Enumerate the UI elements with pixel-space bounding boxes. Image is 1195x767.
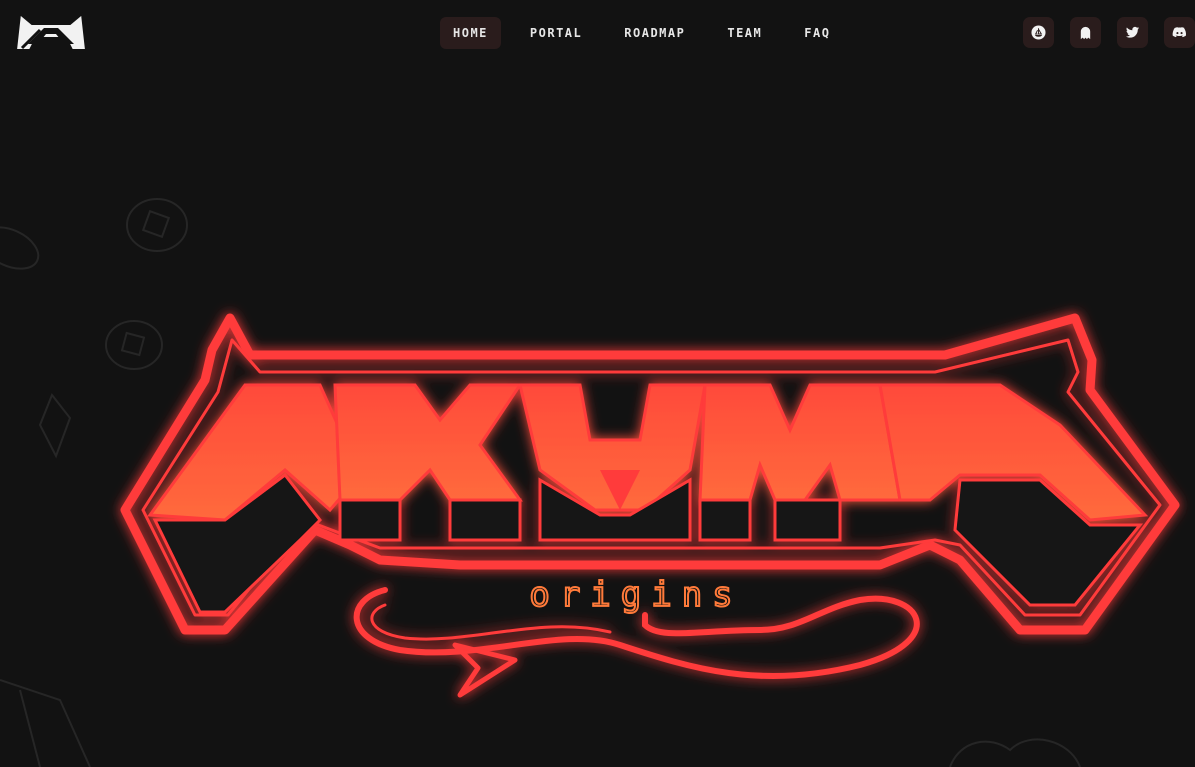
crystal-icon (38, 393, 72, 459)
opensea-button[interactable] (1023, 17, 1054, 48)
ghost-button[interactable] (1070, 17, 1101, 48)
coin-icon (105, 320, 163, 370)
nav-roadmap[interactable]: ROADMAP (611, 17, 698, 49)
letter-m (698, 383, 902, 502)
cloud-doodle (949, 738, 1081, 767)
nav-portal[interactable]: PORTAL (517, 17, 595, 49)
discord-icon (1172, 27, 1187, 38)
akumu-mask-logo-icon[interactable] (14, 10, 88, 52)
tail-arrow-icon (452, 642, 518, 698)
discord-button[interactable] (1164, 17, 1195, 48)
coin-icon (126, 198, 188, 252)
opensea-icon (1031, 25, 1046, 40)
site-header: HOME PORTAL ROADMAP TEAM FAQ (0, 0, 1195, 70)
main-nav: HOME PORTAL ROADMAP TEAM FAQ (440, 17, 859, 49)
twitter-icon (1125, 26, 1140, 38)
akumu-title-logo (120, 313, 1180, 698)
nav-faq[interactable]: FAQ (791, 17, 843, 49)
nav-home[interactable]: HOME (440, 17, 501, 49)
letter-k (333, 383, 523, 502)
coin-icon (0, 226, 40, 270)
nav-team[interactable]: TEAM (714, 17, 775, 49)
origins-subtitle: origins (529, 575, 742, 615)
hero-section: origins (0, 70, 1195, 767)
sword-doodle (0, 679, 91, 767)
letter-m-lower (698, 498, 842, 542)
social-links (1007, 17, 1195, 48)
ghost-icon (1080, 26, 1091, 40)
letter-k-lower (338, 498, 522, 542)
twitter-button[interactable] (1117, 17, 1148, 48)
